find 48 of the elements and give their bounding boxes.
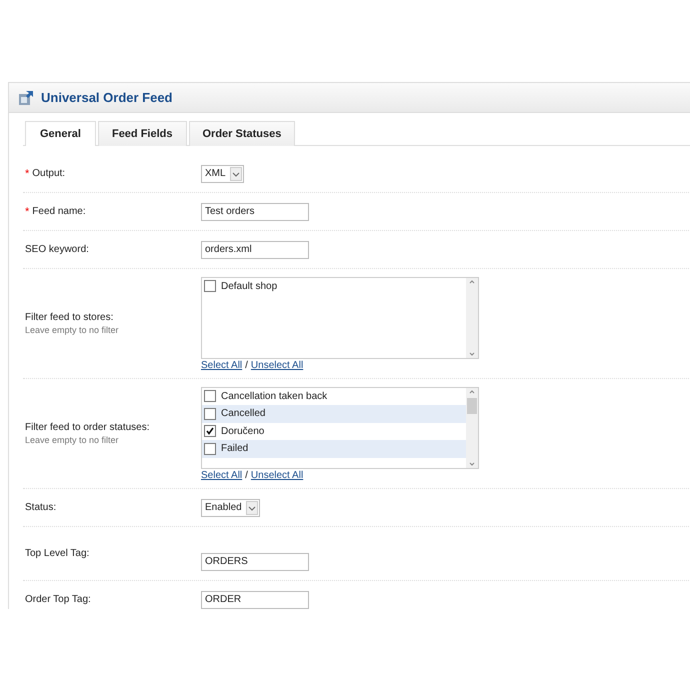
chevron-down-icon xyxy=(246,500,258,514)
checkbox[interactable] xyxy=(204,408,216,420)
tab[interactable]: General xyxy=(25,121,96,146)
required-marker: * xyxy=(25,206,30,218)
checkbox-label: Cancelled xyxy=(221,408,266,420)
feed-icon xyxy=(18,90,34,106)
checkbox[interactable] xyxy=(204,280,216,292)
field-hint: Leave empty to no filter xyxy=(25,325,120,335)
unselect-all-link[interactable]: Unselect All xyxy=(250,360,304,370)
field-label: SEO keyword: xyxy=(25,244,89,255)
select-all-link[interactable]: Select All xyxy=(201,470,242,480)
separator-text: / xyxy=(245,360,248,370)
scrollbar[interactable] xyxy=(466,388,478,468)
checkbox[interactable] xyxy=(204,425,216,438)
chevron-up-icon xyxy=(468,278,476,286)
panel-title: Universal Order Feed xyxy=(41,90,172,105)
tab[interactable]: Feed Fields xyxy=(98,121,186,146)
checkbox-label: Default shop xyxy=(221,280,278,292)
select-all-link[interactable]: Select All xyxy=(201,360,242,370)
text-field[interactable]: Test orders xyxy=(201,202,309,220)
dropdown[interactable]: Enabled xyxy=(201,498,260,516)
field-label: Feed name: xyxy=(32,206,86,218)
field-label: Order Top Tag: xyxy=(25,594,91,605)
checkbox-label: Cancellation taken back xyxy=(221,390,328,402)
field-label: Filter feed to order statuses: xyxy=(25,422,150,433)
text-field[interactable]: ORDERS xyxy=(201,552,309,570)
field-hint: Leave empty to no filter xyxy=(25,435,120,445)
chevron-down-icon xyxy=(468,460,476,468)
text-field[interactable]: ORDER xyxy=(201,590,309,608)
dropdown[interactable]: XML xyxy=(201,164,244,182)
checkbox-label: Failed xyxy=(221,443,248,454)
field-label: Top Level Tag: xyxy=(25,548,90,559)
tab[interactable]: Order Statuses xyxy=(188,121,296,146)
field-label: Status: xyxy=(25,502,56,513)
required-marker: * xyxy=(25,168,30,180)
text-field[interactable]: orders.xml xyxy=(201,240,309,258)
separator-text: / xyxy=(245,470,248,480)
unselect-all-link[interactable]: Unselect All xyxy=(250,470,304,480)
checkbox[interactable] xyxy=(204,442,216,455)
scrollbar[interactable] xyxy=(466,278,478,358)
chevron-down-icon xyxy=(468,350,476,358)
field-label: Filter feed to stores: xyxy=(25,312,114,323)
chevron-down-icon xyxy=(230,166,242,180)
scroll-thumb[interactable] xyxy=(467,398,477,414)
checkbox[interactable] xyxy=(204,390,216,402)
chevron-up-icon xyxy=(468,388,476,396)
checkbox-label: Doručeno xyxy=(221,426,264,437)
field-label: Output: xyxy=(32,168,66,180)
